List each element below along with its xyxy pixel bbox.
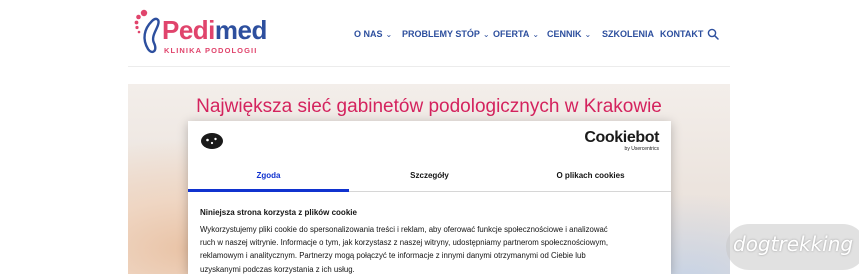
dialog-body-line: reklamowym i analitycznym. Partnerzy mog… [200,251,586,261]
nav-item-kontakt[interactable]: KONTAKT [660,27,703,41]
dialog-body-line: ruch w naszej witrynie. Informacje o tym… [200,238,609,248]
site-logo[interactable]: Pedimed KLINIKA PODOLOGII [134,9,267,59]
cookiebot-brand: Cookiebot [584,129,659,146]
dialog-body: Wykorzystujemy pliki cookie do spersonal… [200,223,660,274]
dialog-body-line: uzyskanymi podczas korzystania z ich usł… [200,264,355,274]
tab-o-plikach-cookies[interactable]: O plikach cookies [510,169,671,191]
dialog-body-line: Wykorzystujemy pliki cookie do spersonal… [200,225,608,234]
cookie-consent-dialog: Cookiebot by Usercentrics Zgoda Szczegół… [188,121,671,274]
cookiebot-logo: Cookiebot by Usercentrics [584,129,659,152]
nav-item-problemy-stop[interactable]: PROBLEMY STÓP ⌄ [402,27,490,42]
search-icon[interactable] [707,28,719,40]
chevron-down-icon: ⌄ [584,30,592,39]
header-divider [128,66,730,67]
cookie-icon [201,133,223,149]
cookiebot-brand-sub: by Usercentrics [624,146,659,152]
watermark-text: dogtrekking [733,232,854,256]
nav-item-cennik[interactable]: CENNIK ⌄ [547,27,591,42]
foot-logo-icon [134,9,160,54]
dialog-heading: Niniejsza strona korzysta z plików cooki… [200,208,357,217]
logo-wordmark: Pedimed [162,15,267,45]
site-header: Pedimed KLINIKA PODOLOGII O NAS ⌄ PROBLEM… [0,0,859,67]
nav-item-o-nas[interactable]: O NAS ⌄ [354,27,392,42]
tab-szczegoly[interactable]: Szczegóły [349,169,510,191]
logo-subtitle: KLINIKA PODOLOGII [164,46,258,55]
hero-title: Największa sieć gabinetów podologicznych… [196,96,662,117]
nav-item-oferta[interactable]: OFERTA ⌄ [493,27,539,42]
chevron-down-icon: ⌄ [482,30,490,39]
nav-item-szkolenia[interactable]: SZKOLENIA [602,27,654,41]
active-tab-indicator [188,189,349,192]
chevron-down-icon: ⌄ [385,30,393,39]
chevron-down-icon: ⌄ [532,30,540,39]
tab-zgoda[interactable]: Zgoda [188,169,349,191]
